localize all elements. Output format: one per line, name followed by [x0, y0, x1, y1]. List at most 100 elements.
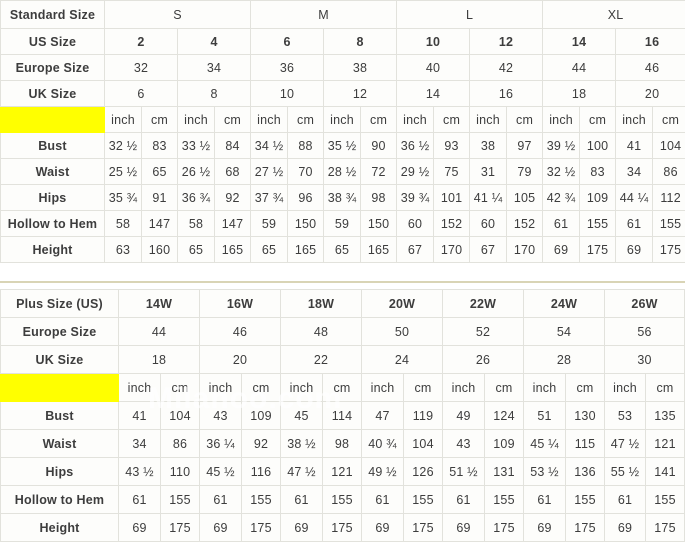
cell-plus-hips-9: 131	[484, 457, 524, 486]
cell-hips-8: 39 ¾	[396, 184, 435, 211]
cell-plus-hips-12: 55 ½	[604, 457, 646, 486]
cell-plus-bust-11: 130	[565, 401, 605, 430]
cell-waist-8: 29 ½	[396, 158, 435, 185]
cell-plus-waist-4: 38 ½	[280, 429, 323, 458]
plus-unit-cell-4: inch	[280, 373, 323, 402]
cell-bust-0: 32 ½	[104, 132, 142, 159]
cell-us-size-6: 14	[542, 28, 617, 55]
cell-bust-10: 38	[469, 132, 508, 159]
cell-plus-uk-1: 20	[199, 345, 281, 374]
cell-waist-0: 25 ½	[104, 158, 142, 185]
cell-plus-bust-3: 109	[241, 401, 281, 430]
group-header-m: M	[250, 0, 398, 29]
cell-plus-waist-3: 92	[241, 429, 281, 458]
table-row: Waist 25 ½ 65 26 ½ 68 27 ½ 70 28 ½ 72 29…	[0, 158, 685, 185]
cell-hips-1: 91	[141, 184, 178, 211]
cell-plus-hollow-9: 155	[484, 485, 524, 514]
cell-plus-height-6: 69	[361, 513, 404, 542]
cell-plus-height-0: 69	[118, 513, 161, 542]
cell-plus-hollow-2: 61	[199, 485, 242, 514]
cell-hollow-10: 60	[469, 210, 508, 237]
cell-hips-12: 42 ¾	[542, 184, 581, 211]
cell-plus-hips-5: 121	[322, 457, 362, 486]
cell-plus-waist-5: 98	[322, 429, 362, 458]
cell-bust-7: 90	[360, 132, 398, 159]
cell-plus-uk-3: 24	[361, 345, 443, 374]
plus-unit-cell-3: cm	[241, 373, 281, 402]
cell-hips-3: 92	[213, 184, 252, 211]
cell-height-6: 65	[323, 236, 362, 263]
standard-table-body: Standard Size S M L XL US Size 2 4 6 8 1…	[0, 0, 685, 263]
row-label-plus-size-us: Plus Size (US)	[0, 289, 119, 318]
plus-header-row: Plus Size (US) 14W 16W 18W 20W 22W 24W 2…	[0, 289, 685, 318]
cell-waist-4: 27 ½	[250, 158, 289, 185]
cell-us-size-5: 12	[469, 28, 544, 55]
cell-bust-14: 41	[615, 132, 654, 159]
cell-plus-height-11: 175	[565, 513, 605, 542]
row-label-standard-size: Standard Size	[0, 0, 105, 29]
row-label-hollow-to-hem: Hollow to Hem	[0, 210, 105, 237]
cell-plus-size-0: 14W	[118, 289, 200, 318]
cell-plus-bust-1: 104	[160, 401, 200, 430]
cell-height-8: 67	[396, 236, 435, 263]
plus-unit-row: inch cm inch cm inch cm inch cm inch cm …	[0, 373, 685, 402]
cell-plus-height-10: 69	[523, 513, 566, 542]
unit-cell-11: cm	[506, 106, 544, 133]
group-header-s: S	[103, 0, 252, 29]
cell-height-2: 65	[177, 236, 215, 263]
plus-unit-cell-13: cm	[645, 373, 685, 402]
cell-bust-13: 100	[579, 132, 617, 159]
cell-plus-hips-11: 136	[565, 457, 605, 486]
cell-waist-13: 83	[579, 158, 617, 185]
row-label-plus-bust: Bust	[0, 401, 119, 430]
cell-uk-size-0: 6	[104, 80, 178, 107]
row-label-plus-waist: Waist	[0, 429, 119, 458]
cell-plus-hips-6: 49 ½	[361, 457, 404, 486]
cell-bust-4: 34 ½	[250, 132, 289, 159]
cell-hollow-5: 150	[287, 210, 325, 237]
cell-plus-europe-1: 46	[199, 317, 281, 346]
plus-unit-cell-10: inch	[523, 373, 566, 402]
cell-us-size-1: 4	[176, 28, 252, 55]
cell-plus-waist-10: 45 ¼	[523, 429, 566, 458]
cell-plus-hips-13: 141	[645, 457, 685, 486]
row-label-europe-size: Europe Size	[0, 54, 105, 81]
cell-plus-height-1: 175	[160, 513, 200, 542]
cell-bust-8: 36 ½	[396, 132, 435, 159]
cell-hollow-3: 147	[213, 210, 252, 237]
cell-europe-size-1: 34	[176, 54, 252, 81]
cell-plus-bust-10: 51	[523, 401, 566, 430]
cell-waist-6: 28 ½	[323, 158, 362, 185]
cell-height-11: 170	[506, 236, 544, 263]
cell-europe-size-0: 32	[104, 54, 178, 81]
cell-plus-waist-2: 36 ¼	[199, 429, 242, 458]
cell-plus-size-5: 24W	[523, 289, 605, 318]
cell-plus-bust-5: 114	[322, 401, 362, 430]
cell-height-1: 160	[141, 236, 178, 263]
cell-hollow-11: 152	[506, 210, 544, 237]
row-label-height: Height	[0, 236, 105, 263]
cell-hips-14: 44 ¼	[615, 184, 654, 211]
cell-europe-size-3: 38	[323, 54, 398, 81]
cell-hollow-12: 61	[542, 210, 581, 237]
cell-plus-height-12: 69	[604, 513, 646, 542]
cell-us-size-2: 6	[250, 28, 325, 55]
cell-hollow-13: 155	[579, 210, 617, 237]
table-row: UK Size 6 8 10 12 14 16 18 20	[0, 80, 685, 107]
row-label-plus-europe-size: Europe Size	[0, 317, 119, 346]
cell-us-size-4: 10	[396, 28, 471, 55]
cell-plus-hollow-0: 61	[118, 485, 161, 514]
cell-waist-2: 26 ½	[177, 158, 215, 185]
cell-us-size-0: 2	[104, 28, 178, 55]
unit-cell-4: inch	[250, 106, 289, 133]
cell-plus-hollow-3: 155	[241, 485, 281, 514]
cell-hips-9: 101	[433, 184, 471, 211]
plus-unit-cell-5: cm	[322, 373, 362, 402]
standard-group-header-row: Standard Size S M L XL	[0, 0, 685, 29]
cell-plus-waist-6: 40 ¾	[361, 429, 404, 458]
cell-hollow-0: 58	[104, 210, 142, 237]
cell-plus-height-2: 69	[199, 513, 242, 542]
cell-plus-hips-8: 51 ½	[442, 457, 485, 486]
cell-plus-uk-4: 26	[442, 345, 524, 374]
cell-plus-bust-8: 49	[442, 401, 485, 430]
